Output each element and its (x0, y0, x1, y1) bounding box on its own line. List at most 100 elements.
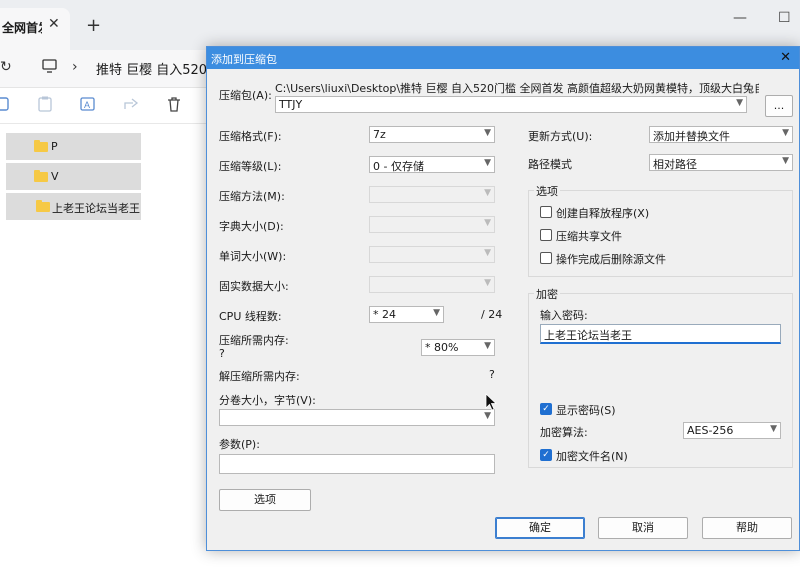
chevron-down-icon[interactable]: ▼ (736, 98, 743, 108)
options-group-title: 选项 (534, 183, 560, 199)
solid-select: ▼ (369, 276, 495, 293)
rename-icon[interactable]: A (80, 96, 96, 114)
chevron-down-icon[interactable]: ▼ (433, 308, 440, 318)
cpu-select[interactable]: * 24 ▼ (369, 306, 444, 323)
svg-text:A: A (84, 100, 90, 110)
shared-label[interactable]: 压缩共享文件 (556, 228, 622, 244)
cancel-button[interactable]: 取消 (598, 517, 688, 539)
chevron-down-icon: ▼ (484, 278, 491, 288)
demem-value: ? (489, 368, 495, 381)
path-mode-value: 相对路径 (653, 158, 697, 171)
folder-icon (34, 170, 48, 182)
level-value: 0 - 仅存储 (373, 160, 424, 173)
encryption-group-title: 加密 (534, 286, 560, 302)
chevron-down-icon[interactable]: ▼ (484, 411, 491, 421)
show-password-checkbox[interactable]: ✓ (540, 403, 552, 415)
close-icon[interactable]: ✕ (780, 50, 791, 65)
mem-select[interactable]: * 80% ▼ (421, 339, 495, 356)
word-select: ▼ (369, 246, 495, 263)
cpu-value: * 24 (373, 308, 396, 321)
params-input[interactable] (219, 454, 495, 474)
format-select[interactable]: 7z ▼ (369, 126, 495, 143)
share-icon[interactable] (123, 96, 139, 114)
tab-title: 全网首发 (2, 21, 42, 35)
file-name: V (51, 170, 59, 183)
minimize-icon[interactable]: — (733, 10, 747, 26)
update-label: 更新方式(U): (528, 130, 593, 143)
encrypt-names-checkbox[interactable]: ✓ (540, 449, 552, 461)
address-path[interactable]: 推特 巨樱 自入520门 (96, 59, 220, 78)
algo-value: AES-256 (687, 424, 734, 437)
password-value: 上老王论坛当老王 (544, 329, 632, 342)
archive-path: C:\Users\liuxi\Desktop\推特 巨樱 自入520门槛 全网首… (275, 82, 759, 95)
options-button[interactable]: 选项 (219, 489, 311, 511)
archive-name-combo[interactable]: TTJY ▼ (275, 96, 747, 113)
new-tab-icon[interactable]: + (86, 15, 101, 36)
level-select[interactable]: 0 - 仅存储 ▼ (369, 156, 495, 173)
chevron-right-icon[interactable]: › (72, 59, 78, 75)
copy-icon[interactable] (0, 96, 16, 114)
file-row-laowang[interactable]: 上老王论坛当老王 (6, 193, 141, 220)
file-row-p[interactable]: P (6, 133, 141, 160)
update-select[interactable]: 添加并替换文件 ▼ (649, 126, 793, 143)
chevron-down-icon[interactable]: ▼ (484, 128, 491, 138)
chevron-down-icon[interactable]: ▼ (782, 156, 789, 166)
method-label: 压缩方法(M): (219, 190, 285, 203)
encrypt-names-label[interactable]: 加密文件名(N) (556, 448, 628, 464)
computer-icon[interactable] (42, 59, 57, 77)
password-input[interactable]: 上老王论坛当老王 (540, 324, 781, 344)
chevron-down-icon: ▼ (484, 248, 491, 258)
folder-icon (34, 140, 48, 152)
update-value: 添加并替换文件 (653, 130, 730, 143)
volume-label: 分卷大小，字节(V): (219, 394, 316, 407)
chevron-down-icon[interactable]: ▼ (484, 341, 491, 351)
browse-button[interactable]: ... (765, 95, 793, 117)
archive-label: 压缩包(A): (219, 89, 272, 102)
chevron-down-icon[interactable]: ▼ (770, 424, 777, 434)
chevron-down-icon: ▼ (484, 218, 491, 228)
chevron-down-icon: ▼ (484, 188, 491, 198)
volume-combo[interactable]: ▼ (219, 409, 495, 426)
archive-name-value: TTJY (279, 98, 303, 111)
algo-select[interactable]: AES-256 ▼ (683, 422, 781, 439)
ok-button[interactable]: 确定 (495, 517, 585, 539)
delete-icon[interactable] (166, 96, 182, 114)
help-button[interactable]: 帮助 (702, 517, 792, 539)
chevron-down-icon[interactable]: ▼ (484, 158, 491, 168)
solid-label: 固实数据大小: (219, 280, 289, 293)
delete-source-checkbox[interactable] (540, 252, 552, 264)
refresh-icon[interactable]: ↻ (0, 59, 12, 75)
mem-value: * 80% (425, 341, 459, 354)
word-label: 单词大小(W): (219, 250, 287, 263)
mem-sub: ? (219, 347, 225, 360)
add-to-archive-dialog: 添加到压缩包 ✕ 压缩包(A): C:\Users\liuxi\Desktop\… (206, 46, 800, 551)
file-name: 上老王论坛当老王 (52, 202, 140, 215)
paste-icon[interactable] (38, 96, 54, 114)
folder-icon (36, 200, 50, 212)
maximize-icon[interactable]: ☐ (778, 10, 791, 26)
tab-bar: 全网首发 ✕ + — ☐ (0, 0, 800, 50)
chevron-down-icon[interactable]: ▼ (782, 128, 789, 138)
dict-label: 字典大小(D): (219, 220, 284, 233)
path-mode-label: 路径模式 (528, 158, 572, 171)
dialog-title: 添加到压缩包 (211, 53, 277, 66)
mouse-pointer-icon (485, 393, 497, 411)
shared-checkbox[interactable] (540, 229, 552, 241)
sfx-checkbox[interactable] (540, 206, 552, 218)
show-password-label[interactable]: 显示密码(S) (556, 402, 616, 418)
sfx-label[interactable]: 创建自释放程序(X) (556, 205, 649, 221)
cpu-max: / 24 (481, 308, 503, 321)
password-label: 输入密码: (540, 309, 588, 322)
file-row-v[interactable]: V (6, 163, 141, 190)
format-value: 7z (373, 128, 386, 141)
dialog-titlebar[interactable]: 添加到压缩包 ✕ (207, 47, 799, 69)
delete-source-label[interactable]: 操作完成后删除源文件 (556, 251, 666, 267)
file-name: P (51, 140, 58, 153)
path-mode-select[interactable]: 相对路径 ▼ (649, 154, 793, 171)
demem-label: 解压缩所需内存: (219, 370, 300, 383)
cpu-label: CPU 线程数: (219, 310, 282, 323)
tab-active[interactable]: 全网首发 ✕ (0, 8, 70, 50)
params-label: 参数(P): (219, 438, 260, 451)
tab-close-icon[interactable]: ✕ (48, 16, 60, 32)
level-label: 压缩等级(L): (219, 160, 282, 173)
